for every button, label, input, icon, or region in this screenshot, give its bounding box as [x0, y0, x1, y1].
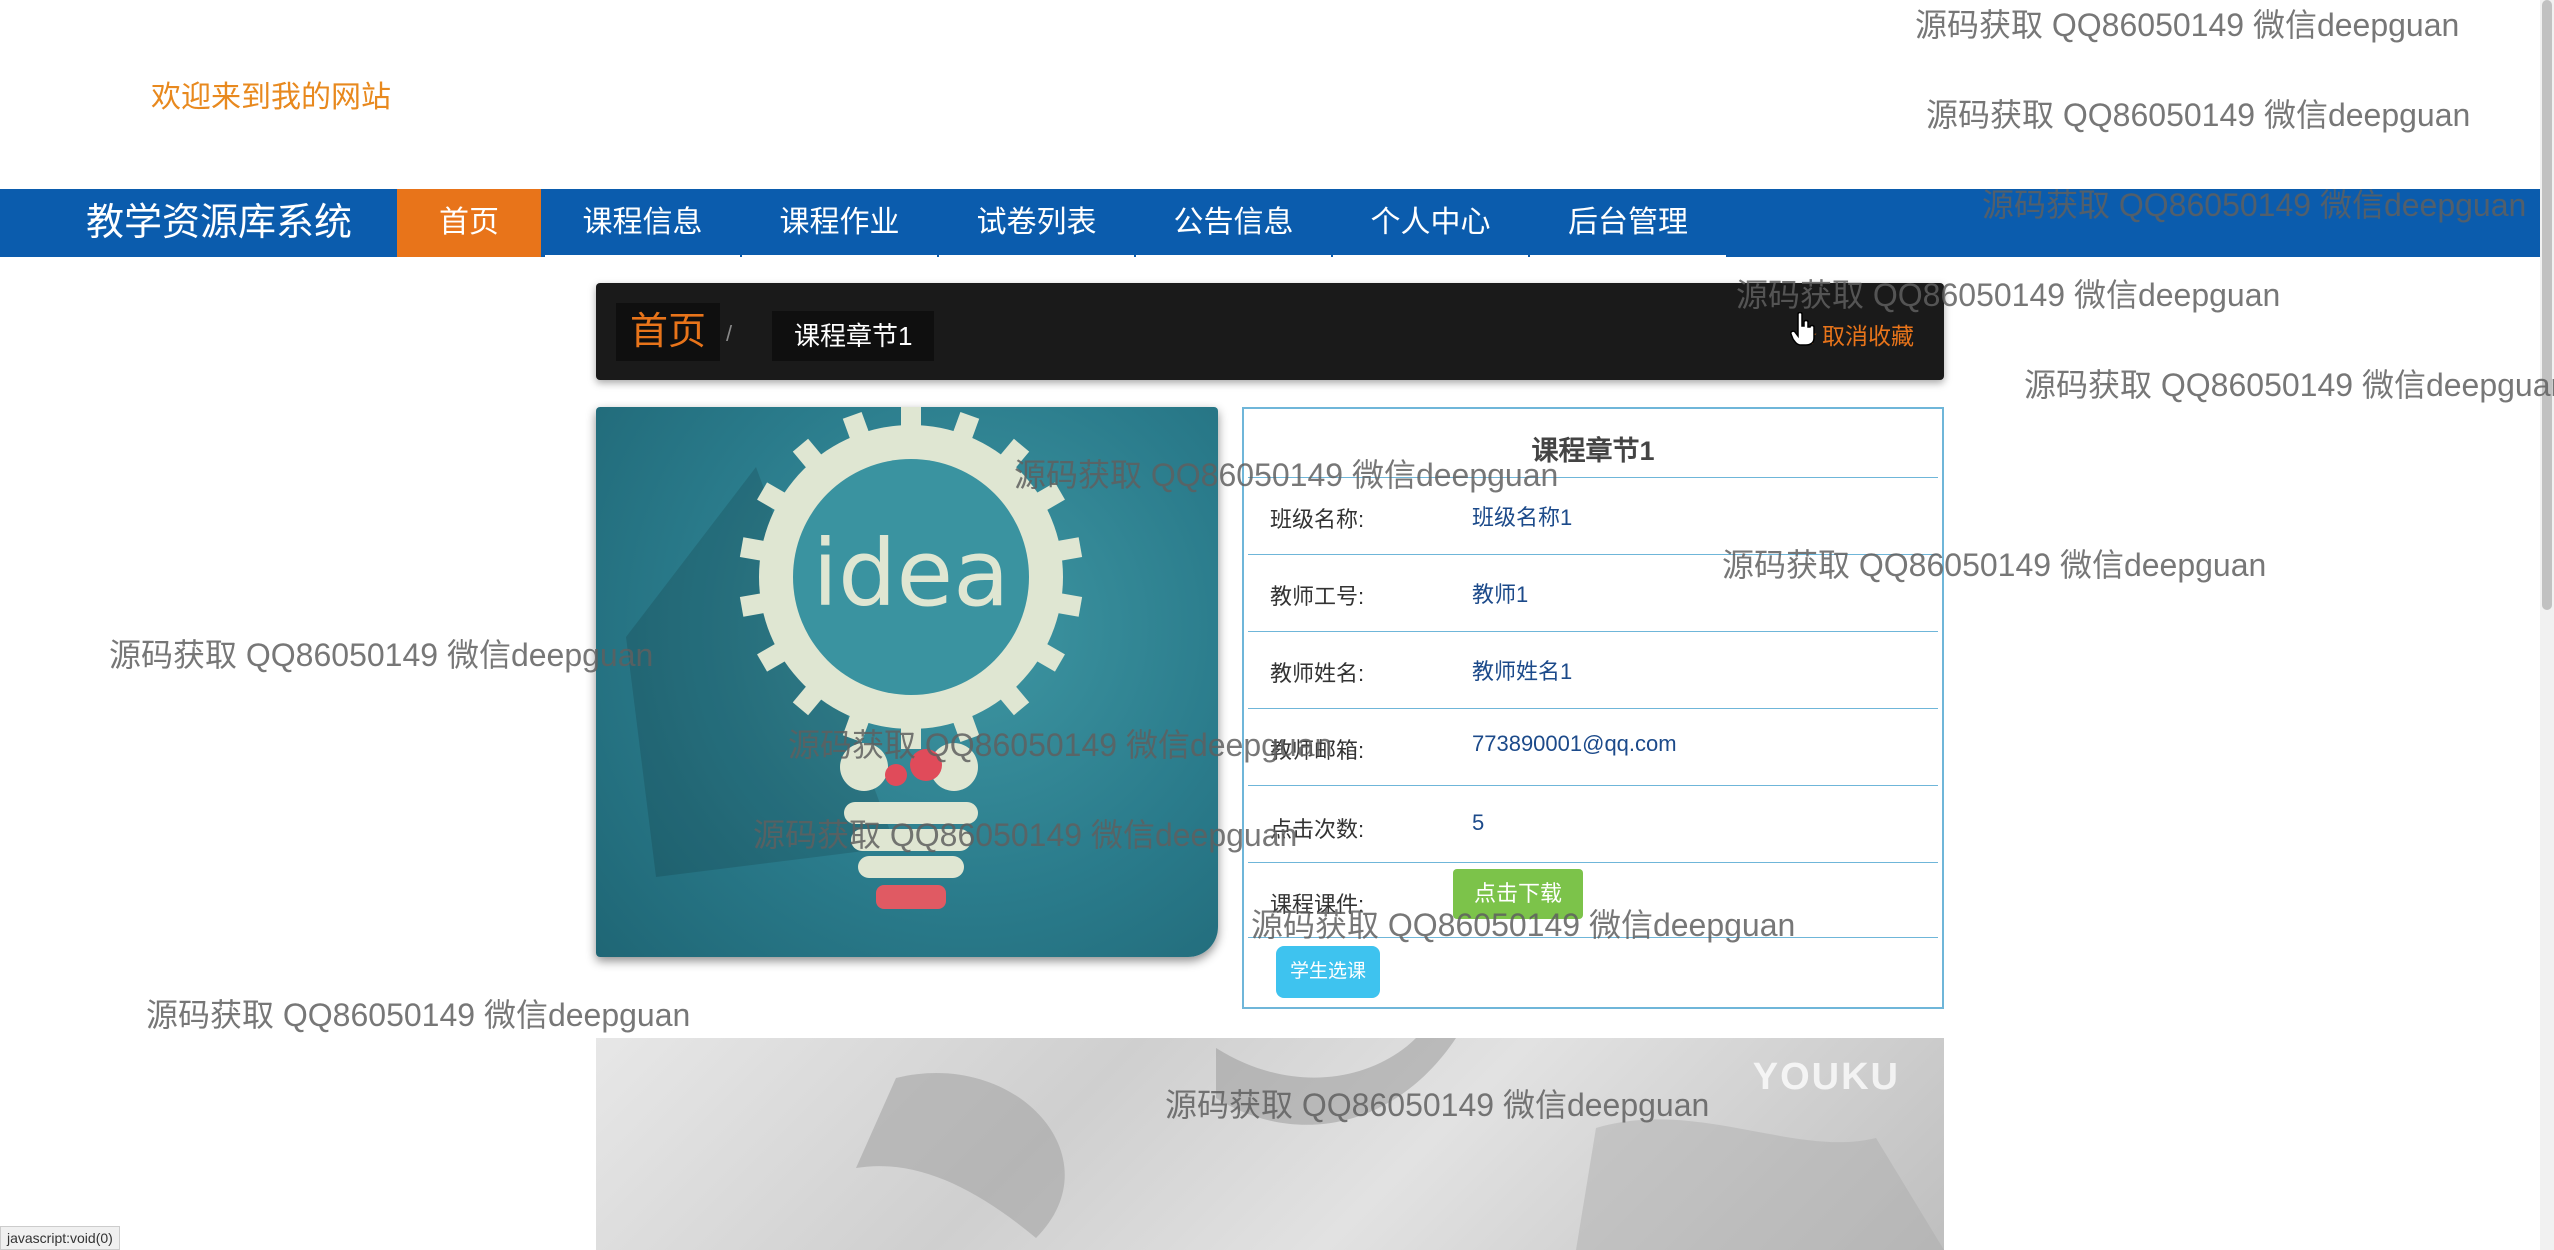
detail-row-click-count: 点击次数: 5 — [1248, 785, 1938, 862]
nav-course-homework[interactable]: 课程作业 — [742, 189, 937, 257]
watermark-text: 源码获取 QQ86050149 微信deepguan — [788, 727, 1333, 763]
idea-text: idea — [813, 520, 1010, 627]
watermark-text: 源码获取 QQ86050149 微信deepguan — [109, 637, 654, 673]
video-player[interactable]: YOUKU — [596, 1038, 1944, 1250]
scrollbar[interactable] — [2540, 0, 2554, 1250]
nav-personal-center[interactable]: 个人中心 — [1333, 189, 1528, 257]
scrollbar-thumb[interactable] — [2542, 0, 2552, 610]
browser-status-bar: javascript:void(0) — [0, 1226, 120, 1250]
teacher-id-label: 教师工号: — [1270, 584, 1365, 609]
detail-row-teacher-name: 教师姓名: 教师姓名1 — [1248, 631, 1938, 708]
watermark-text: 源码获取 QQ86050149 微信deepguan — [753, 817, 1298, 853]
youku-logo: YOUKU — [1752, 1056, 1900, 1098]
click-count-value: 5 — [1472, 810, 1485, 835]
teacher-name-value: 教师姓名1 — [1472, 659, 1573, 684]
watermark-text: 源码获取 QQ86050149 微信deepguan — [1982, 187, 2527, 223]
nav-course-info[interactable]: 课程信息 — [545, 189, 740, 257]
detail-row-teacher-email: 教师邮箱: 773890001@qq.com — [1248, 708, 1938, 785]
watermark-text: 源码获取 QQ86050149 微信deepguan — [1915, 7, 2460, 43]
nav-announcements[interactable]: 公告信息 — [1136, 189, 1331, 257]
breadcrumb-current: 课程章节1 — [772, 311, 935, 361]
select-course-button[interactable]: 学生选课 — [1276, 946, 1380, 998]
watermark-text: 源码获取 QQ86050149 微信deepguan — [1165, 1087, 1710, 1123]
hand-cursor-icon — [1790, 312, 1815, 346]
class-name-label: 班级名称: — [1270, 507, 1365, 532]
nav-admin[interactable]: 后台管理 — [1530, 189, 1726, 257]
teacher-email-value: 773890001@qq.com — [1472, 731, 1677, 756]
nav-exam-list[interactable]: 试卷列表 — [939, 189, 1134, 257]
unfavorite-label: 取消收藏 — [1822, 323, 1914, 349]
welcome-text: 欢迎来到我的网站 — [151, 81, 391, 114]
watermark-text: 源码获取 QQ86050149 微信deepguan — [1014, 457, 1559, 493]
teacher-name-label: 教师姓名: — [1270, 661, 1365, 686]
breadcrumb-separator: / — [726, 321, 733, 346]
breadcrumb-home[interactable]: 首页 — [616, 303, 721, 361]
class-name-value: 班级名称1 — [1472, 505, 1573, 530]
watermark-text: 源码获取 QQ86050149 微信deepguan — [1926, 97, 2471, 133]
nav-home[interactable]: 首页 — [397, 189, 541, 257]
watermark-text: 源码获取 QQ86050149 微信deepguan — [2024, 367, 2554, 403]
teacher-id-value: 教师1 — [1472, 582, 1529, 607]
watermark-text: 源码获取 QQ86050149 微信deepguan — [1251, 907, 1796, 943]
watermark-text: 源码获取 QQ86050149 微信deepguan — [146, 997, 691, 1033]
watermark-text: 源码获取 QQ86050149 微信deepguan — [1722, 547, 2267, 583]
watermark-text: 源码获取 QQ86050149 微信deepguan — [1736, 277, 2281, 313]
video-frame-graphic — [856, 1038, 1944, 1250]
site-brand[interactable]: 教学资源库系统 — [86, 189, 352, 257]
